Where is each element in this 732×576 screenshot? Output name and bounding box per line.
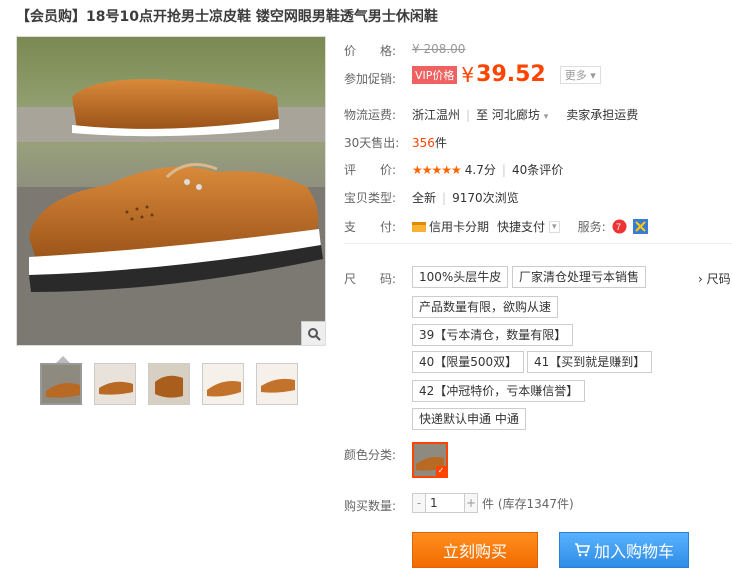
shipping-info: 浙江温州 | 至 河北廊坊 ▾ 卖家承担运费 bbox=[412, 106, 639, 123]
zoom-icon[interactable] bbox=[301, 321, 325, 345]
thumbnail[interactable] bbox=[148, 363, 190, 405]
quantity-stepper: - 1 + 件 (库存1347件) bbox=[412, 493, 574, 513]
sale-price: 39.52 bbox=[476, 62, 546, 87]
vip-badge: VIP价格 bbox=[412, 65, 458, 84]
payment-label: 支 付: bbox=[344, 220, 397, 234]
credit-card-icon bbox=[412, 221, 426, 232]
rating-info[interactable]: ★★★★★ 4.7分 | 40条评价 bbox=[412, 161, 563, 178]
decrement-button[interactable]: - bbox=[412, 493, 426, 513]
currency-symbol: ¥ bbox=[461, 62, 475, 87]
cart-icon bbox=[574, 543, 590, 557]
buy-now-button[interactable]: 立刻购买 bbox=[412, 532, 538, 568]
check-icon: ✓ bbox=[436, 466, 446, 476]
svg-text:7: 7 bbox=[616, 222, 621, 232]
divider bbox=[344, 243, 732, 244]
chevron-right-icon: › bbox=[698, 272, 703, 286]
promo-price: VIP价格 ¥ 39.52 更多 ▾ bbox=[412, 62, 601, 87]
color-label: 颜色分类: bbox=[344, 448, 397, 462]
thumbnail[interactable] bbox=[94, 363, 136, 405]
color-swatch[interactable]: ✓ bbox=[412, 442, 448, 478]
product-title: 【会员购】18号10点开抢男士凉皮鞋 镂空网眼男鞋透气男士休闲鞋 bbox=[16, 9, 438, 25]
quantity-label: 购买数量: bbox=[344, 499, 397, 513]
thumbnail-list bbox=[40, 363, 298, 405]
thumbnail[interactable] bbox=[202, 363, 244, 405]
sold-count: 356 件 bbox=[412, 135, 447, 151]
size-option[interactable]: 39【亏本清仓，数量有限】 bbox=[412, 324, 574, 346]
shoe-photo bbox=[17, 37, 325, 345]
guarantee-icon[interactable] bbox=[632, 219, 648, 234]
promo-label: 参加促销: bbox=[344, 72, 397, 86]
sold-label: 30天售出: bbox=[344, 136, 400, 150]
quick-pay-link[interactable]: 快捷支付 bbox=[497, 218, 545, 235]
item-type-info: 全新 | 9170次浏览 bbox=[412, 190, 519, 206]
thumbnail[interactable] bbox=[40, 363, 82, 405]
add-to-cart-button[interactable]: 加入购物车 bbox=[559, 532, 689, 568]
size-option[interactable]: 41【买到就是赚到】 bbox=[527, 351, 653, 373]
price-label: 价 格: bbox=[344, 44, 397, 58]
star-rating-icon: ★★★★★ bbox=[412, 162, 462, 177]
size-option[interactable]: 42【冲冠特价，亏本赚信誉】 bbox=[412, 380, 586, 402]
payment-info: 信用卡分期 快捷支付 ▾ 服务: 7 bbox=[412, 218, 648, 235]
increment-button[interactable]: + bbox=[464, 493, 478, 513]
quantity-input[interactable]: 1 bbox=[426, 493, 464, 513]
rating-label: 评 价: bbox=[344, 163, 397, 177]
chevron-down-icon: ▾ bbox=[543, 112, 549, 122]
size-label: 尺 码: bbox=[344, 272, 397, 286]
more-promo-button[interactable]: 更多 ▾ bbox=[559, 65, 601, 84]
review-count-link[interactable]: 40条评价 bbox=[512, 161, 563, 178]
main-product-image[interactable] bbox=[16, 36, 326, 346]
item-type-label: 宝贝类型: bbox=[344, 191, 397, 205]
shipping-label: 物流运费: bbox=[344, 108, 397, 122]
size-option[interactable]: 厂家清仓处理亏本销售 bbox=[512, 266, 647, 288]
thumbnail[interactable] bbox=[256, 363, 298, 405]
original-price: ¥ 208.00 bbox=[412, 42, 466, 56]
size-option[interactable]: 产品数量有限，欲购从速 bbox=[412, 296, 559, 318]
thumbnail-pointer bbox=[56, 356, 70, 363]
size-option[interactable]: 快递默认申通 中通 bbox=[412, 408, 526, 430]
seven-day-return-icon[interactable]: 7 bbox=[612, 219, 627, 234]
chevron-down-icon[interactable]: ▾ bbox=[549, 220, 560, 233]
size-option[interactable]: 40【限量500双】 bbox=[412, 351, 525, 373]
stock-info: 件 (库存1347件) bbox=[482, 496, 574, 511]
installment-link[interactable]: 信用卡分期 bbox=[429, 218, 489, 235]
destination-select[interactable]: 至 河北廊坊 ▾ bbox=[476, 106, 548, 123]
size-guide-link[interactable]: › 尺码 bbox=[698, 270, 731, 287]
size-option[interactable]: 100%头层牛皮 bbox=[412, 266, 509, 288]
